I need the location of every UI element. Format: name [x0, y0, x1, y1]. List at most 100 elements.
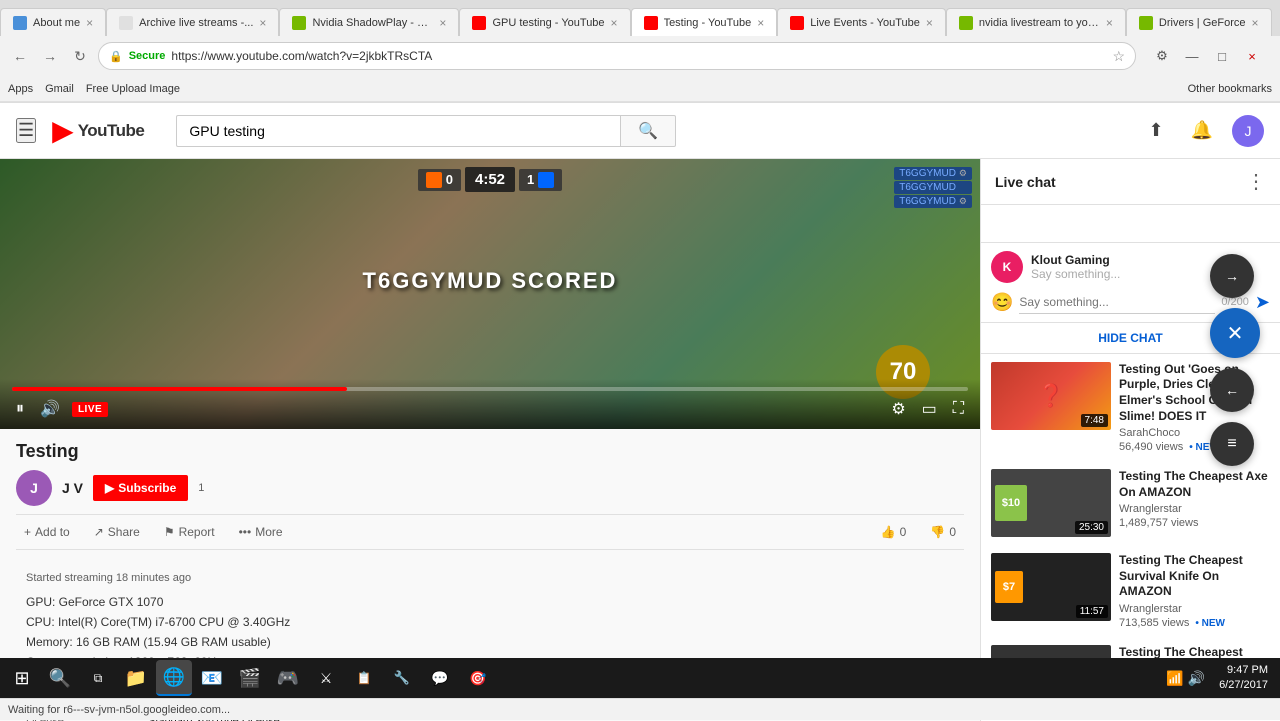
taskbar-app6[interactable]: 🎯 — [460, 660, 496, 696]
tab-label: Nvidia ShadowPlay - Ho... — [312, 17, 433, 29]
tab-live-events[interactable]: Live Events - YouTube × — [777, 8, 946, 36]
fab-forward[interactable]: → — [1210, 254, 1254, 298]
tab-drivers-geforce[interactable]: Drivers | GeForce × — [1126, 8, 1272, 36]
back-button[interactable]: ← — [8, 44, 32, 68]
search-taskbar-button[interactable]: 🔍 — [42, 660, 78, 696]
reload-button[interactable]: ↻ — [68, 44, 92, 68]
add-to-button[interactable]: + Add to — [16, 519, 78, 545]
description-started: Started streaming 18 minutes ago — [26, 570, 954, 587]
tab-close-icon[interactable]: × — [1252, 16, 1259, 30]
taskbar-game2[interactable]: ⚔ — [308, 660, 344, 696]
taskbar-vlc[interactable]: 🎬 — [232, 660, 268, 696]
volume-button[interactable]: 🔊 — [36, 397, 64, 421]
tab-bar: About me × Archive live streams -... × N… — [0, 0, 1280, 36]
fab-menu[interactable]: ≡ — [1210, 422, 1254, 466]
tab-close-icon[interactable]: × — [1106, 16, 1113, 30]
report-button[interactable]: ⚑ Report — [156, 519, 223, 545]
video-controls[interactable]: ⏸ 🔊 LIVE ⚙ ▭ ⛶ — [0, 379, 980, 429]
taskbar: ⊞ 🔍 ⧉ 📁 🌐 📧 🎬 🎮 ⚔ 📋 🔧 💬 🎯 📶 🔊 9:47 PM 6/… — [0, 658, 1280, 698]
subscribe-label: Subscribe — [118, 481, 176, 495]
chat-more-button[interactable]: ⋮ — [1246, 169, 1266, 194]
video-timer: 4:52 — [465, 167, 515, 192]
pause-button[interactable]: ⏸ — [12, 398, 28, 420]
fab-back[interactable]: ← — [1210, 368, 1254, 412]
youtube-logo[interactable]: ▶ YouTube — [52, 114, 144, 147]
task-view-button[interactable]: ⧉ — [80, 660, 116, 696]
maximize-button[interactable]: □ — [1210, 44, 1234, 68]
tab-close-icon[interactable]: × — [757, 16, 764, 30]
taskbar-app3[interactable]: 📋 — [346, 660, 382, 696]
dislike-button[interactable]: 👎 0 — [922, 519, 964, 545]
settings-button[interactable]: ⚙ — [887, 397, 909, 421]
tab-gpu-testing[interactable]: GPU testing - YouTube × — [459, 8, 630, 36]
score-left-box: 0 — [418, 169, 461, 191]
bookmark-gmail[interactable]: Gmail — [45, 83, 74, 95]
like-button[interactable]: 👍 0 — [873, 519, 915, 545]
tab-testing-active[interactable]: Testing - YouTube × — [631, 8, 778, 36]
taskbar-game1[interactable]: 🎮 — [270, 660, 306, 696]
status-text: Waiting for r6---sv-jvm-n5ol.googleideo.… — [8, 704, 230, 716]
taskbar-explorer[interactable]: 📁 — [118, 660, 154, 696]
tab-close-icon[interactable]: × — [439, 16, 446, 30]
clock-time: 9:47 PM — [1227, 663, 1268, 678]
address-box[interactable]: 🔒 Secure https://www.youtube.com/watch?v… — [98, 42, 1136, 70]
tab-close-icon[interactable]: × — [86, 16, 93, 30]
fullscreen-button[interactable]: ⛶ — [949, 398, 968, 420]
other-bookmarks[interactable]: Other bookmarks — [1188, 83, 1272, 95]
miniplayer-button[interactable]: ▭ — [918, 397, 941, 421]
chat-messages[interactable] — [981, 205, 1280, 242]
taskbar-app5[interactable]: 💬 — [422, 660, 458, 696]
fab-close[interactable]: ✕ — [1210, 308, 1260, 358]
video-hud: 0 4:52 1 — [0, 167, 980, 192]
tab-close-icon[interactable]: × — [611, 16, 618, 30]
bookmark-free-upload[interactable]: Free Upload Image — [86, 83, 180, 95]
gear-icon-2: ⚙ — [959, 196, 967, 207]
tab-close-icon[interactable]: × — [259, 16, 266, 30]
progress-bar[interactable] — [12, 387, 968, 391]
tab-favicon — [13, 16, 27, 30]
video-player[interactable]: 0 4:52 1 T6GGYMUD ⚙ — [0, 159, 980, 429]
tab-close-icon[interactable]: × — [926, 16, 933, 30]
tab-label-active: Testing - YouTube — [664, 17, 752, 29]
taskbar-mail[interactable]: 📧 — [194, 660, 230, 696]
video-players-overlay: T6GGYMUD ⚙ T6GGYMUD T6GGYMUD ⚙ — [894, 167, 972, 208]
search-input[interactable] — [176, 115, 620, 147]
extensions-button[interactable]: ⚙ — [1150, 44, 1174, 68]
notifications-button[interactable]: 🔔 — [1186, 115, 1218, 147]
score-left: 0 — [446, 172, 453, 187]
forward-button[interactable]: → — [38, 44, 62, 68]
chat-user-name: Klout Gaming — [1031, 253, 1120, 267]
close-button[interactable]: × — [1240, 44, 1264, 68]
more-button[interactable]: ••• More — [231, 519, 291, 545]
minimize-button[interactable]: — — [1180, 44, 1204, 68]
channel-avatar[interactable]: J — [16, 470, 52, 506]
rec-item-2[interactable]: $10 25:30 Testing The Cheapest Axe On AM… — [981, 461, 1280, 545]
hamburger-menu-button[interactable]: ☰ — [16, 118, 36, 143]
upload-button[interactable]: ⬆ — [1140, 115, 1172, 147]
bookmark-apps[interactable]: Apps — [8, 83, 33, 95]
subscribe-button[interactable]: ▶ Subscribe — [93, 475, 188, 501]
rec-views-2: 1,489,757 views — [1119, 517, 1199, 529]
share-icon: ↗ — [94, 525, 104, 539]
secure-label: Secure — [129, 50, 166, 62]
share-button[interactable]: ↗ Share — [86, 519, 148, 545]
search-button[interactable]: 🔍 — [620, 115, 676, 147]
tab-nvidia-shadowplay[interactable]: Nvidia ShadowPlay - Ho... × — [279, 8, 459, 36]
rec-item-3[interactable]: $7 11:57 Testing The Cheapest Survival K… — [981, 545, 1280, 637]
channel-name[interactable]: J V — [62, 480, 83, 496]
taskbar-app4[interactable]: 🔧 — [384, 660, 420, 696]
bookmark-star-icon[interactable]: ☆ — [1112, 48, 1125, 65]
start-button[interactable]: ⊞ — [4, 660, 40, 696]
thumbs-down-icon: 👎 — [930, 525, 945, 539]
taskbar-browser[interactable]: 🌐 — [156, 660, 192, 696]
emoji-button[interactable]: 😊 — [991, 292, 1013, 313]
user-avatar[interactable]: J — [1232, 115, 1264, 147]
score-right: 1 — [527, 172, 534, 187]
clock-area[interactable]: 9:47 PM 6/27/2017 — [1211, 663, 1276, 694]
tab-archive[interactable]: Archive live streams -... × — [106, 8, 279, 36]
rec-channel-3: Wranglerstar — [1119, 603, 1270, 615]
tab-about-me[interactable]: About me × — [0, 8, 106, 36]
chat-text-input[interactable] — [1019, 291, 1215, 314]
tab-nvidia-livestream[interactable]: nvidia livestream to you... × — [946, 8, 1126, 36]
tab-label: GPU testing - YouTube — [492, 17, 604, 29]
